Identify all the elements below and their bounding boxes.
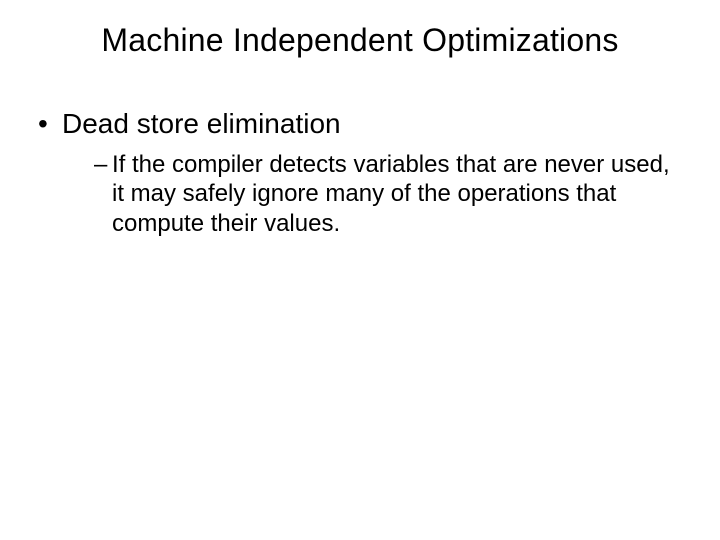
slide-body: • Dead store elimination – If the compil… [38, 108, 682, 238]
slide-container: Machine Independent Optimizations • Dead… [0, 0, 720, 540]
dash-marker: – [94, 150, 112, 179]
subbullet-text: If the compiler detects variables that a… [112, 150, 672, 238]
bullet-text: Dead store elimination [62, 108, 341, 140]
bullet-marker: • [38, 108, 62, 140]
bullet-level-2: – If the compiler detects variables that… [94, 150, 682, 238]
slide-title: Machine Independent Optimizations [0, 22, 720, 59]
bullet-level-1: • Dead store elimination [38, 108, 682, 140]
